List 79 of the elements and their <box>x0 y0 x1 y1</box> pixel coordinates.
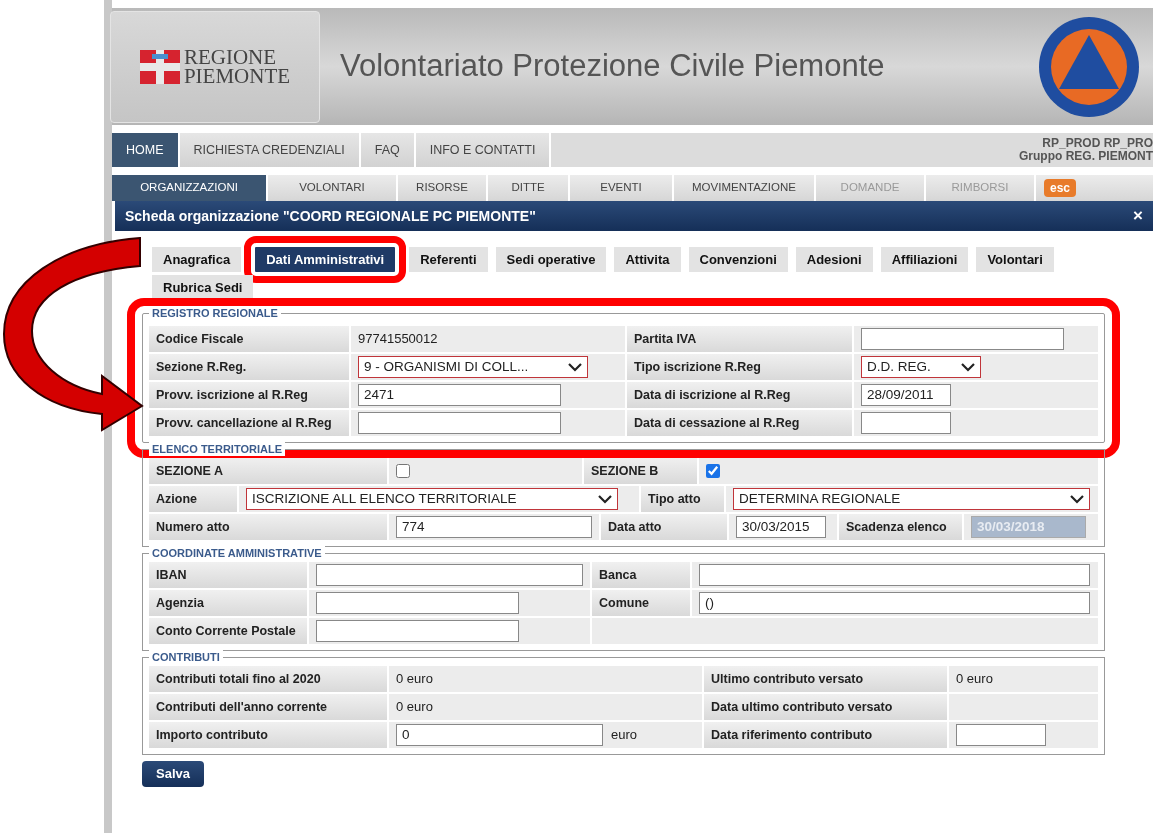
field-label: Scadenza elenco <box>839 514 964 540</box>
save-button[interactable]: Salva <box>142 761 204 787</box>
close-button[interactable]: × <box>1133 203 1143 229</box>
field-label: Importo contributo <box>149 722 389 748</box>
input-field[interactable] <box>956 724 1046 746</box>
field-label: Provv. iscrizione al R.Reg <box>149 382 351 408</box>
input-field[interactable] <box>358 412 561 434</box>
input-field[interactable] <box>316 564 583 586</box>
field-label: Data atto <box>601 514 729 540</box>
tab[interactable]: Convenzioni <box>688 247 788 272</box>
tab[interactable]: Rubrica Sedi <box>152 274 254 299</box>
logo-text: REGIONE PIEMONTE <box>183 47 291 86</box>
checkbox[interactable] <box>706 464 720 478</box>
tab[interactable]: Affiliazioni <box>880 247 969 272</box>
field-label: Ultimo contributo versato <box>704 666 949 692</box>
field-label: Tipo atto <box>641 486 726 512</box>
field-label: Contributi totali fino al 2020 <box>149 666 389 692</box>
site-title: Volontariato Protezione Civile Piemonte <box>340 47 886 86</box>
select-field[interactable]: 9 - ORGANISMI DI COLL... <box>358 356 588 378</box>
field-label: Data ultimo contributo versato <box>704 694 949 720</box>
chevron-icon <box>1070 494 1084 504</box>
chevron-icon <box>568 362 582 372</box>
input-field[interactable]: 28/09/2011 <box>861 384 951 406</box>
input-field[interactable] <box>316 620 519 642</box>
tab[interactable]: Referenti <box>409 247 488 272</box>
input-field[interactable] <box>699 564 1090 586</box>
field-label: Agenzia <box>149 590 309 616</box>
field-label: Tipo iscrizione R.Reg <box>627 354 854 380</box>
field-label: SEZIONE B <box>584 458 699 484</box>
checkbox[interactable] <box>396 464 410 478</box>
user-info: Gruppo REG. PIEMONT <box>1019 150 1153 163</box>
field-label: Data di cessazione al R.Reg <box>627 410 854 436</box>
field-label: Partita IVA <box>627 326 854 352</box>
nav-link[interactable]: HOME <box>112 133 180 167</box>
field-label: Azione <box>149 486 239 512</box>
input-field[interactable] <box>861 412 951 434</box>
field-label: Data riferimento contributo <box>704 722 949 748</box>
select-field[interactable]: ISCRIZIONE ALL ELENCO TERRITORIALE <box>246 488 618 510</box>
select-field[interactable]: DETERMINA REGIONALE <box>733 488 1090 510</box>
field-label: Contributi dell'anno corrente <box>149 694 389 720</box>
unit-label: euro <box>611 726 638 745</box>
tab[interactable]: Sedi operative <box>495 247 607 272</box>
field-label: Banca <box>592 562 692 588</box>
menu-tab[interactable]: ORGANIZZAZIONI <box>112 175 268 201</box>
input-field[interactable]: 30/03/2015 <box>736 516 826 538</box>
chevron-icon <box>961 362 975 372</box>
flag-icon <box>139 49 180 84</box>
tab[interactable]: Anagrafica <box>152 247 242 272</box>
field-label: IBAN <box>149 562 309 588</box>
input-field[interactable] <box>861 328 1064 350</box>
field-label: Conto Corrente Postale <box>149 618 309 644</box>
section-title: COORDINATE AMMINISTRATIVE <box>149 546 325 560</box>
select-field[interactable]: D.D. REG. <box>861 356 981 378</box>
field-value: 0 euro <box>955 670 994 689</box>
input-field[interactable]: 2471 <box>358 384 561 406</box>
tab[interactable]: Volontari <box>976 247 1054 272</box>
field-label: Codice Fiscale <box>149 326 351 352</box>
chevron-icon <box>598 494 612 504</box>
input-field[interactable] <box>316 592 519 614</box>
tab[interactable]: Adesioni <box>795 247 873 272</box>
field-label: Numero atto <box>149 514 389 540</box>
section-title: REGISTRO REGIONALE <box>149 306 281 320</box>
nav-link[interactable]: RICHIESTA CREDENZIALI <box>179 133 361 167</box>
emblem-icon <box>1037 14 1141 119</box>
nav-link[interactable]: INFO E CONTATTI <box>415 133 552 167</box>
field-label: Data di iscrizione al R.Reg <box>627 382 854 408</box>
section-title: ELENCO TERRITORIALE <box>149 442 285 456</box>
field-label: Sezione R.Reg. <box>149 354 351 380</box>
nav-link[interactable]: FAQ <box>360 133 416 167</box>
field-label: Comune <box>592 590 692 616</box>
user-info: RP_PROD RP_PRO <box>1041 137 1153 150</box>
input-field[interactable]: 774 <box>396 516 592 538</box>
input-field[interactable]: 0 <box>396 724 603 746</box>
section-title: CONTRIBUTI <box>149 650 223 664</box>
input-field[interactable]: () <box>699 592 1090 614</box>
tab[interactable]: Attivita <box>614 247 681 272</box>
dialog-title: Scheda organizzazione "COORD REGIONALE PC PIEMONTE" <box>125 206 536 226</box>
field-label: SEZIONE A <box>149 458 389 484</box>
field-label: Provv. cancellazione al R.Reg <box>149 410 351 436</box>
